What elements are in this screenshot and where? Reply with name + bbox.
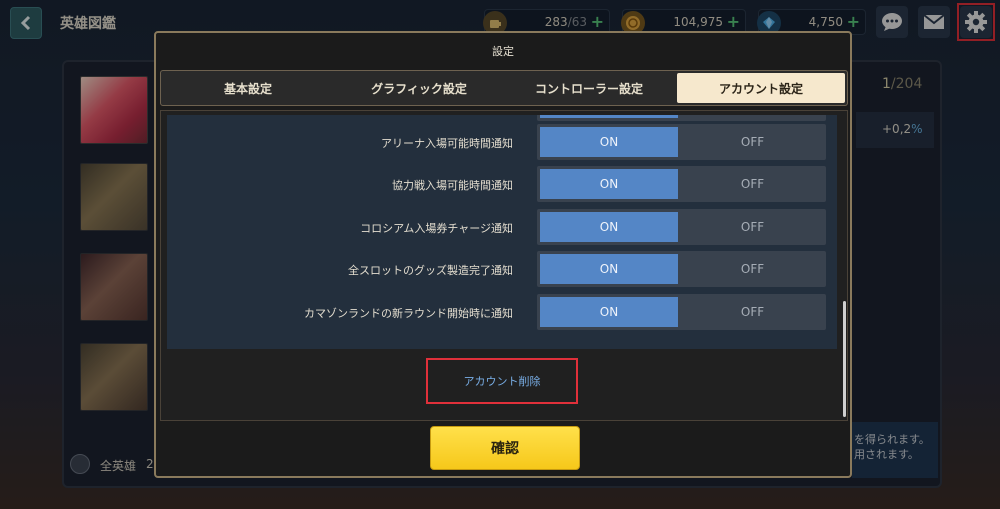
toggle-on-button[interactable]: ON: [540, 169, 678, 199]
notification-toggle: ON OFF: [537, 294, 826, 330]
notification-settings-list: アリーナ入場可能時間通知 ON OFF 協力戦入場可能時間通知 ON OFF コ…: [167, 115, 837, 349]
setting-row-kamazon: カマゾンランドの新ラウンド開始時に通知 ON OFF: [167, 294, 837, 330]
dialog-title: 設定: [492, 45, 514, 58]
setting-label: カマゾンランドの新ラウンド開始時に通知: [304, 307, 513, 320]
notification-toggle: ON OFF: [537, 166, 826, 202]
setting-label: アリーナ入場可能時間通知: [381, 137, 513, 150]
toggle-off-button[interactable]: OFF: [682, 254, 823, 284]
toggle-on-button[interactable]: ON: [540, 212, 678, 242]
delete-account-button[interactable]: アカウント削除: [426, 358, 578, 404]
settings-dialog: 設定 基本設定 グラフィック設定 コントローラー設定 アカウント設定 アリーナ入…: [154, 31, 852, 478]
tab-controller-settings[interactable]: コントローラー設定: [505, 73, 673, 103]
notification-toggle: ON OFF: [537, 124, 826, 160]
tab-graphics-settings[interactable]: グラフィック設定: [335, 73, 503, 103]
toggle-off-button[interactable]: OFF: [682, 127, 823, 157]
notification-toggle: ON OFF: [537, 209, 826, 245]
toggle-off-button[interactable]: OFF: [682, 297, 823, 327]
setting-row-coop: 協力戦入場可能時間通知 ON OFF: [167, 166, 837, 202]
toggle-on-button[interactable]: ON: [540, 297, 678, 327]
tab-basic-settings[interactable]: 基本設定: [165, 73, 331, 103]
setting-label: 全スロットのグッズ製造完了通知: [348, 264, 513, 277]
scrollbar[interactable]: [843, 301, 846, 417]
setting-row-arena: アリーナ入場可能時間通知 ON OFF: [167, 124, 837, 160]
setting-row-colosseum: コロシアム入場券チャージ通知 ON OFF: [167, 209, 837, 245]
setting-row-goods: 全スロットのグッズ製造完了通知 ON OFF: [167, 251, 837, 287]
setting-label: 協力戦入場可能時間通知: [392, 179, 513, 192]
setting-label: コロシアム入場券チャージ通知: [360, 222, 513, 235]
toggle-off-button[interactable]: OFF: [682, 212, 823, 242]
confirm-button[interactable]: 確認: [430, 426, 580, 470]
account-settings-panel: アリーナ入場可能時間通知 ON OFF 協力戦入場可能時間通知 ON OFF コ…: [160, 110, 848, 421]
toggle-off-button[interactable]: OFF: [682, 169, 823, 199]
tab-account-settings[interactable]: アカウント設定: [677, 73, 845, 103]
setting-row-partial: [167, 115, 837, 121]
notification-toggle: ON OFF: [537, 251, 826, 287]
toggle-on-button[interactable]: ON: [540, 254, 678, 284]
settings-tab-bar: 基本設定 グラフィック設定 コントローラー設定 アカウント設定: [160, 70, 848, 106]
toggle-on-button[interactable]: ON: [540, 127, 678, 157]
